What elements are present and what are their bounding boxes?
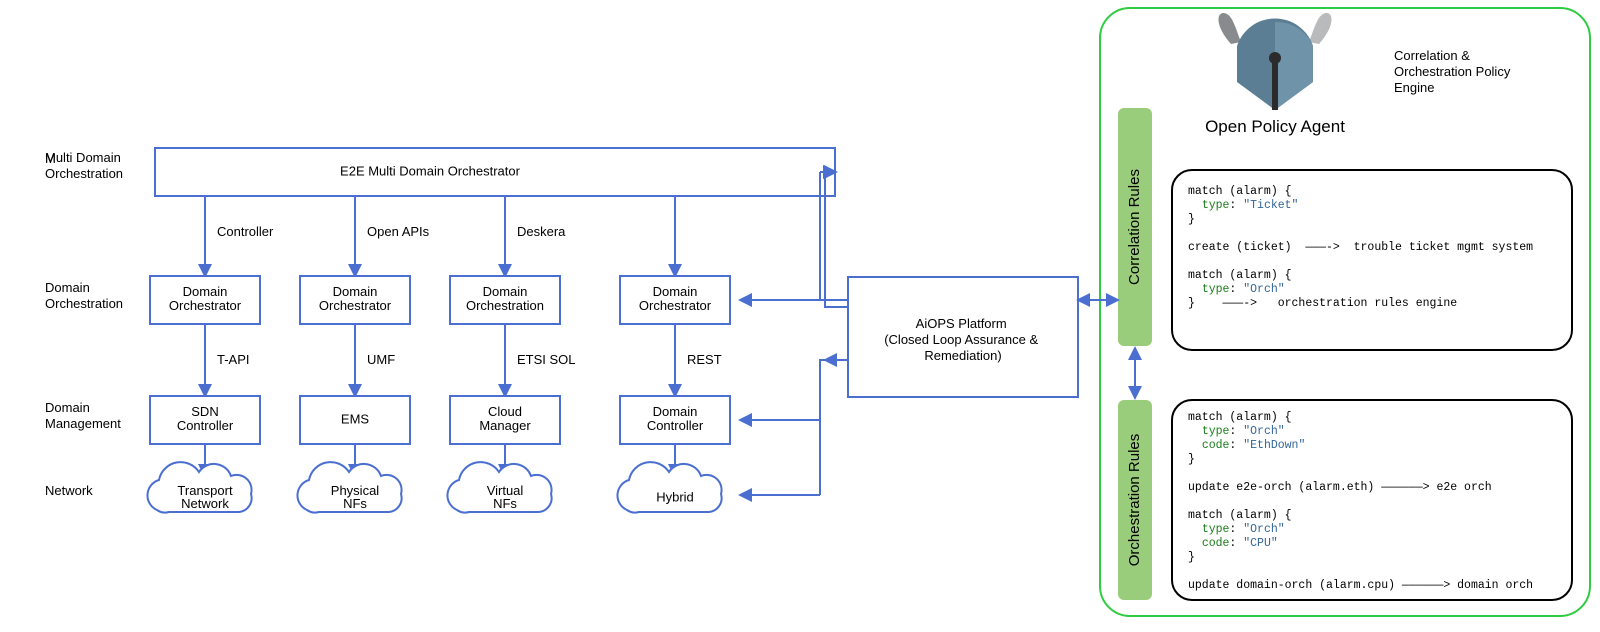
- edge2-label-3: REST: [687, 352, 722, 367]
- row-label-network: Network: [45, 483, 93, 498]
- svg-text:type: "Orch": type: "Orch": [1188, 523, 1285, 536]
- column-3: DomainOrchestratorRESTDomainControllerHy…: [617, 196, 730, 513]
- svg-text:code: "EthDown": code: "EthDown": [1188, 439, 1305, 452]
- svg-text:}: }: [1188, 213, 1195, 226]
- svg-text:}: }: [1188, 453, 1195, 466]
- edge1-label-0: Controller: [217, 224, 274, 239]
- e2e-orchestrator-label: E2E Multi Domain Orchestrator: [340, 163, 521, 178]
- svg-text:update domain-orch (alarm.cpu): update domain-orch (alarm.cpu) ——————> d…: [1188, 579, 1533, 592]
- svg-text:match (alarm) {: match (alarm) {: [1188, 269, 1292, 282]
- column-1: Open APIsDomainOrchestratorUMFEMSPhysica…: [297, 196, 429, 513]
- svg-text:match (alarm) {: match (alarm) {: [1188, 411, 1292, 424]
- mgmt-box-3-label: DomainController: [647, 404, 704, 433]
- cloud-0-label: TransportNetwork: [177, 483, 233, 511]
- opa-label: Open Policy Agent: [1205, 117, 1345, 136]
- edge2-label-0: T-API: [217, 352, 250, 367]
- svg-text:type: "Ticket": type: "Ticket": [1188, 199, 1298, 212]
- correlation-rules-label: Correlation Rules: [1126, 169, 1143, 285]
- svg-text:code: "CPU": code: "CPU": [1188, 537, 1278, 550]
- edge2-label-1: UMF: [367, 352, 395, 367]
- row-label-domain: DomainOrchestration: [45, 280, 123, 311]
- orchestration-rules-label: Orchestration Rules: [1126, 434, 1143, 567]
- svg-text:type: "Orch": type: "Orch": [1188, 425, 1285, 438]
- mgmt-box-1-label: EMS: [341, 411, 370, 426]
- svg-text:create (ticket) ———-> troubl: create (ticket) ———-> trouble ticket mgm…: [1188, 241, 1533, 254]
- svg-text:} ———-> orchestration rul: } ———-> orchestration rules engine: [1188, 297, 1457, 310]
- cloud-3-label: Hybrid: [656, 489, 694, 504]
- edge1-label-1: Open APIs: [367, 224, 430, 239]
- svg-text:}: }: [1188, 551, 1195, 564]
- edge2-label-2: ETSI SOL: [517, 352, 576, 367]
- svg-text:update e2e-orch (alarm.eth) ——: update e2e-orch (alarm.eth) ——————> e2e …: [1188, 481, 1492, 494]
- svg-text:type: "Orch": type: "Orch": [1188, 283, 1285, 296]
- cloud-3: [617, 462, 721, 512]
- row-label-multi: Multi DomainOrchestration: [45, 150, 123, 181]
- svg-text:match (alarm) {: match (alarm) {: [1188, 509, 1292, 522]
- svg-text:match (alarm) {: match (alarm) {: [1188, 185, 1292, 198]
- column-2: DeskeraDomainOrchestrationETSI SOLCloudM…: [447, 196, 575, 513]
- opa-logo: Open Policy Agent: [1201, 9, 1351, 139]
- column-0: ControllerDomainOrchestratorT-APISDNCont…: [147, 196, 274, 513]
- edge1-label-2: Deskera: [517, 224, 566, 239]
- row-label-mgmt: DomainManagement: [45, 400, 121, 431]
